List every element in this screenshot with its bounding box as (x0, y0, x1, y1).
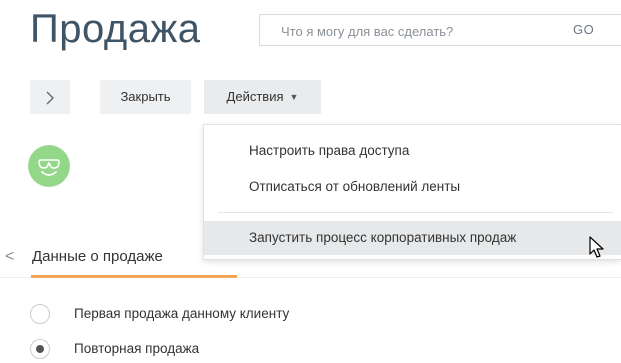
page-title: Продажа (30, 7, 201, 51)
expand-panel-button[interactable] (30, 80, 70, 114)
tab-sale-data[interactable]: Данные о продаже (32, 247, 203, 267)
radio-button[interactable] (30, 304, 50, 324)
close-button[interactable]: Закрыть (100, 80, 191, 114)
go-button[interactable]: GO (573, 15, 594, 45)
menu-item-unsubscribe-feed[interactable]: Отписаться от обновлений ленты (204, 170, 621, 204)
menu-item-configure-access[interactable]: Настроить права доступа (204, 134, 621, 168)
avatar (29, 146, 69, 186)
mouse-cursor-icon (589, 236, 604, 258)
actions-button[interactable]: Действия ▼ (204, 80, 321, 114)
radio-label: Повторная продажа (74, 341, 200, 356)
search-box[interactable]: GO (259, 14, 621, 47)
caret-down-icon: ▼ (289, 92, 299, 102)
menu-item-start-corporate-sales[interactable]: Запустить процесс корпоративных продаж (204, 221, 621, 255)
chevron-right-icon (46, 91, 54, 105)
smiley-sunglasses-icon (38, 159, 60, 176)
tab-active-indicator (31, 275, 237, 278)
actions-button-label: Действия (226, 89, 284, 104)
radio-button-checked[interactable] (30, 339, 50, 359)
search-input[interactable] (279, 15, 533, 47)
actions-dropdown-menu: Настроить права доступа Отписаться от об… (203, 124, 621, 260)
menu-divider (218, 212, 613, 213)
chevron-left-icon[interactable]: < (5, 247, 14, 267)
radio-label: Первая продажа данному клиенту (74, 306, 290, 321)
